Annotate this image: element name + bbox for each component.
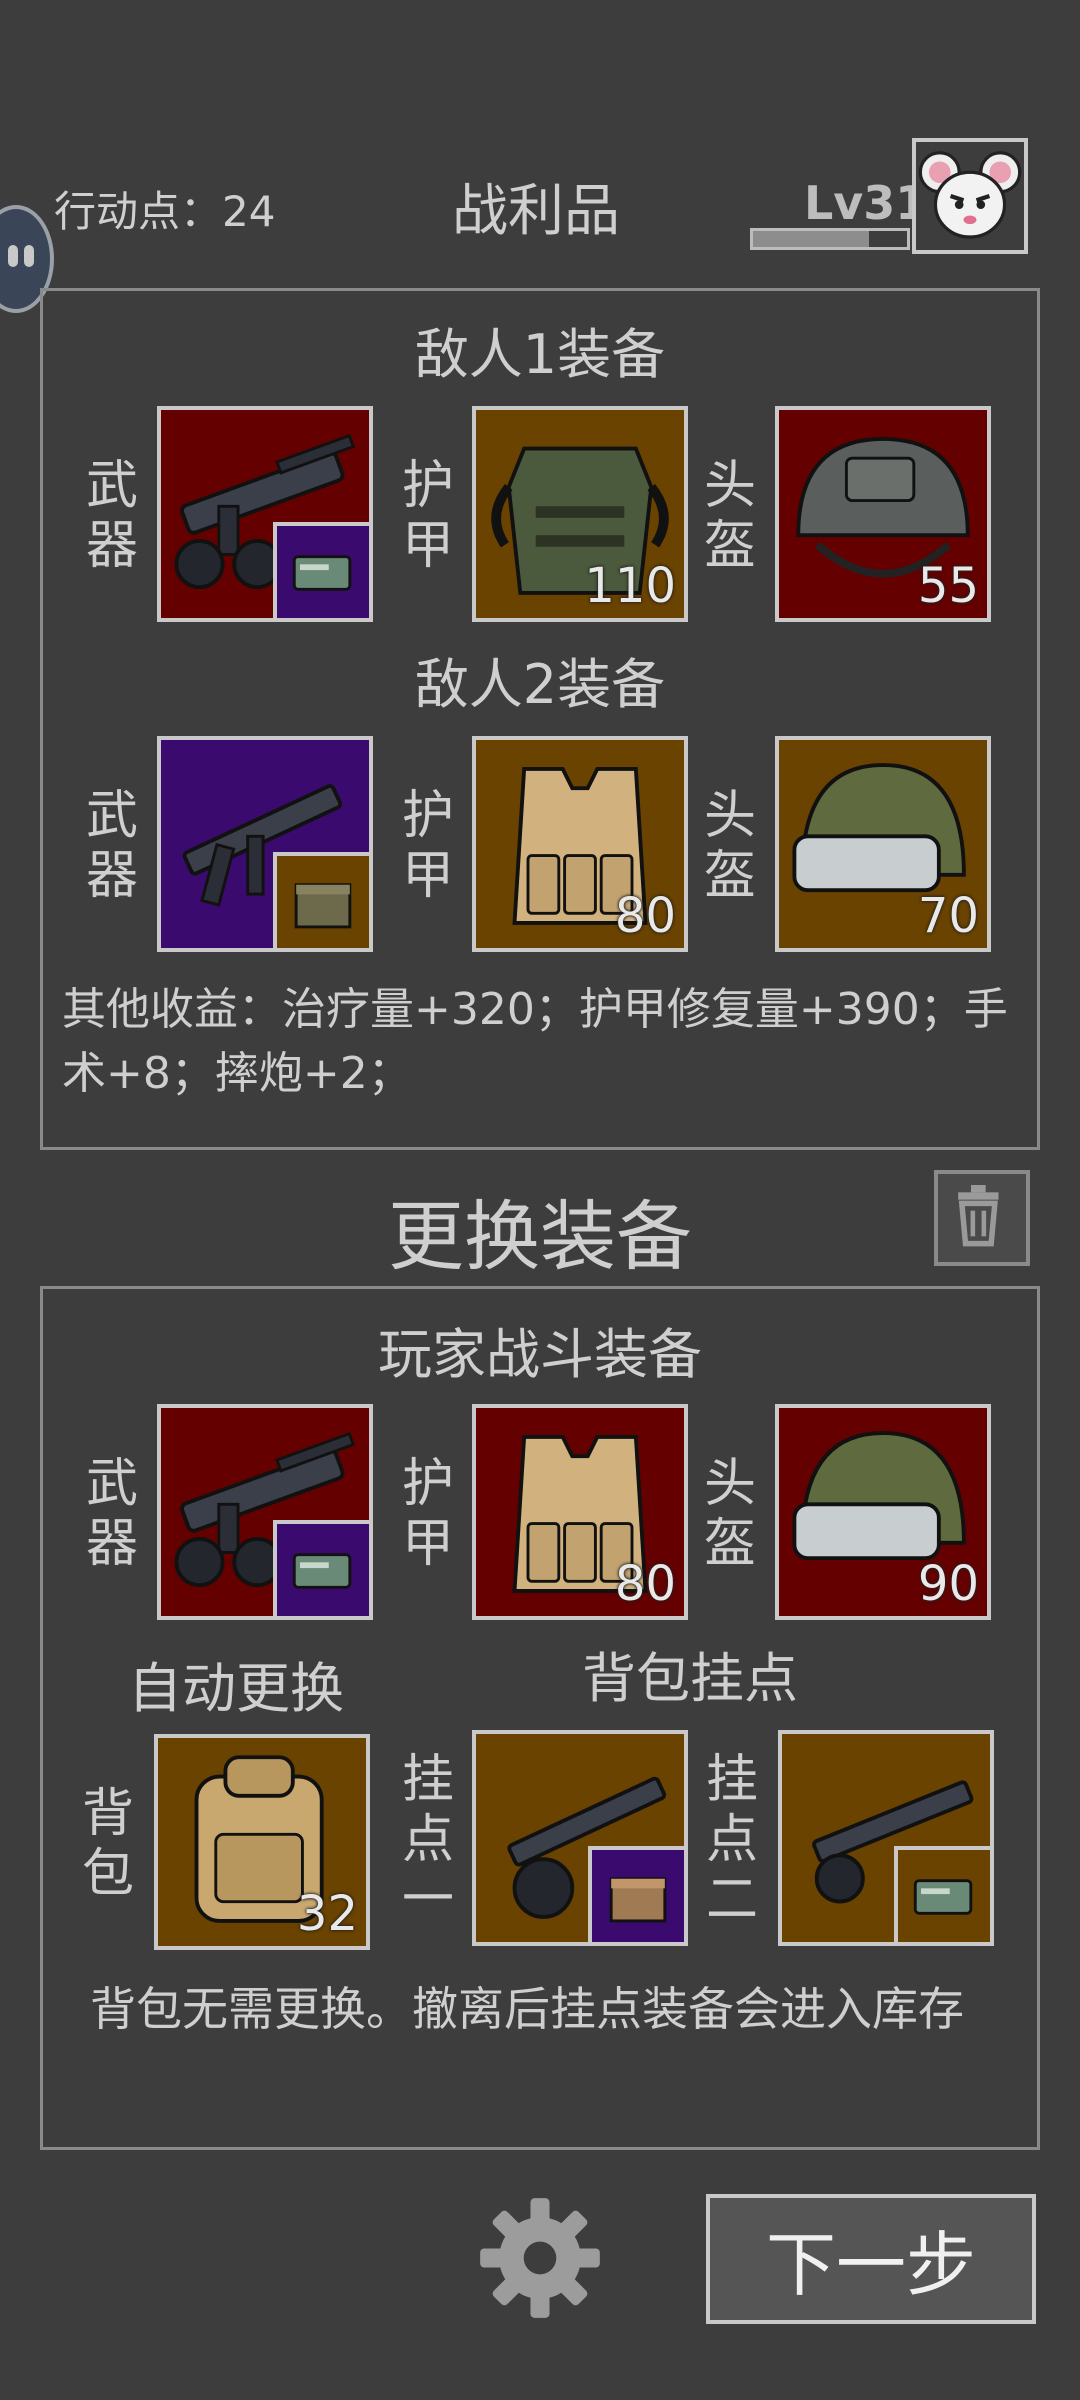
enemy1-weapon-label: 武器 [85,456,138,576]
player-armor-durability: 80 [614,1556,676,1612]
delete-button[interactable] [934,1170,1030,1266]
enemy1-title: 敌人1装备 [414,323,666,386]
ammo-box-slot [894,1846,990,1942]
supply-crate-slot [588,1846,684,1942]
supply-crate-icon [294,883,352,929]
enemy2-helmet-durability: 70 [917,888,979,944]
mount2-slot[interactable] [778,1730,994,1946]
next-step-button[interactable]: 下一步 [706,2194,1036,2324]
mouse-avatar-icon [918,151,1022,239]
backpack-note: 背包无需更换。撤离后挂点装备会进入库存 [90,1982,964,2036]
mount1-slot[interactable] [472,1730,688,1946]
enemy1-helmet-slot[interactable]: 55 [775,406,991,622]
player-weapon-slot[interactable] [157,1404,373,1620]
supply-crate-slot [273,852,369,948]
action-points: 行动点：24 [54,187,276,236]
swap-equipment-title: 更换装备 [388,1192,692,1281]
enemy2-armor-slot[interactable]: 80 [472,736,688,952]
player-helmet-label: 头盔 [703,1454,756,1574]
gear-icon [480,2198,600,2318]
enemy2-armor-label: 护甲 [401,786,454,906]
settings-button[interactable] [472,2190,608,2326]
enemy1-weapon-slot[interactable] [157,406,373,622]
player-helmet-durability: 90 [917,1556,979,1612]
ammo-box-icon [292,1553,352,1589]
chat-icon [8,245,18,267]
player-armor-slot[interactable]: 80 [472,1404,688,1620]
mount1-label: 挂点一 [401,1750,454,1930]
player-equipment-title: 玩家战斗装备 [378,1323,702,1386]
player-armor-label: 护甲 [401,1454,454,1574]
player-weapon-label: 武器 [85,1454,138,1574]
backpack-mounts-title: 背包挂点 [582,1647,798,1710]
enemy1-armor-slot[interactable]: 110 [472,406,688,622]
mount2-label: 挂点二 [705,1750,758,1930]
player-level: Lv31 [804,176,928,230]
enemy2-armor-durability: 80 [614,888,676,944]
backpack-slot[interactable]: 32 [154,1734,370,1950]
ammo-box-icon [292,555,352,591]
level-progress-fill [753,231,869,247]
backpack-capacity: 32 [296,1886,358,1942]
player-avatar[interactable] [912,138,1028,254]
enemy1-helmet-label: 头盔 [703,456,756,576]
trash-icon [958,1185,999,1247]
auto-swap-toggle[interactable]: 自动更换 [128,1644,344,1723]
enemy2-helmet-slot[interactable]: 70 [775,736,991,952]
backpack-label: 背包 [81,1784,134,1904]
enemy1-armor-label: 护甲 [401,456,454,576]
enemy2-helmet-label: 头盔 [703,786,756,906]
level-progress-bar [750,228,910,250]
enemy1-helmet-durability: 55 [917,558,979,614]
page-title: 战利品 [452,179,620,244]
other-income-text: 其他收益：治疗量+320；护甲修复量+390；手术+8；摔炮+2； [62,984,1008,1099]
ammo-box-slot [273,1520,369,1616]
ammo-box-icon [913,1879,973,1915]
supply-crate-icon [609,1877,667,1923]
enemy1-armor-durability: 110 [584,558,676,614]
enemy2-weapon-label: 武器 [85,786,138,906]
enemy2-title: 敌人2装备 [414,653,666,716]
enemy2-weapon-slot[interactable] [157,736,373,952]
ammo-box-slot [273,522,369,618]
player-helmet-slot[interactable]: 90 [775,1404,991,1620]
next-step-label: 下一步 [766,2223,976,2306]
